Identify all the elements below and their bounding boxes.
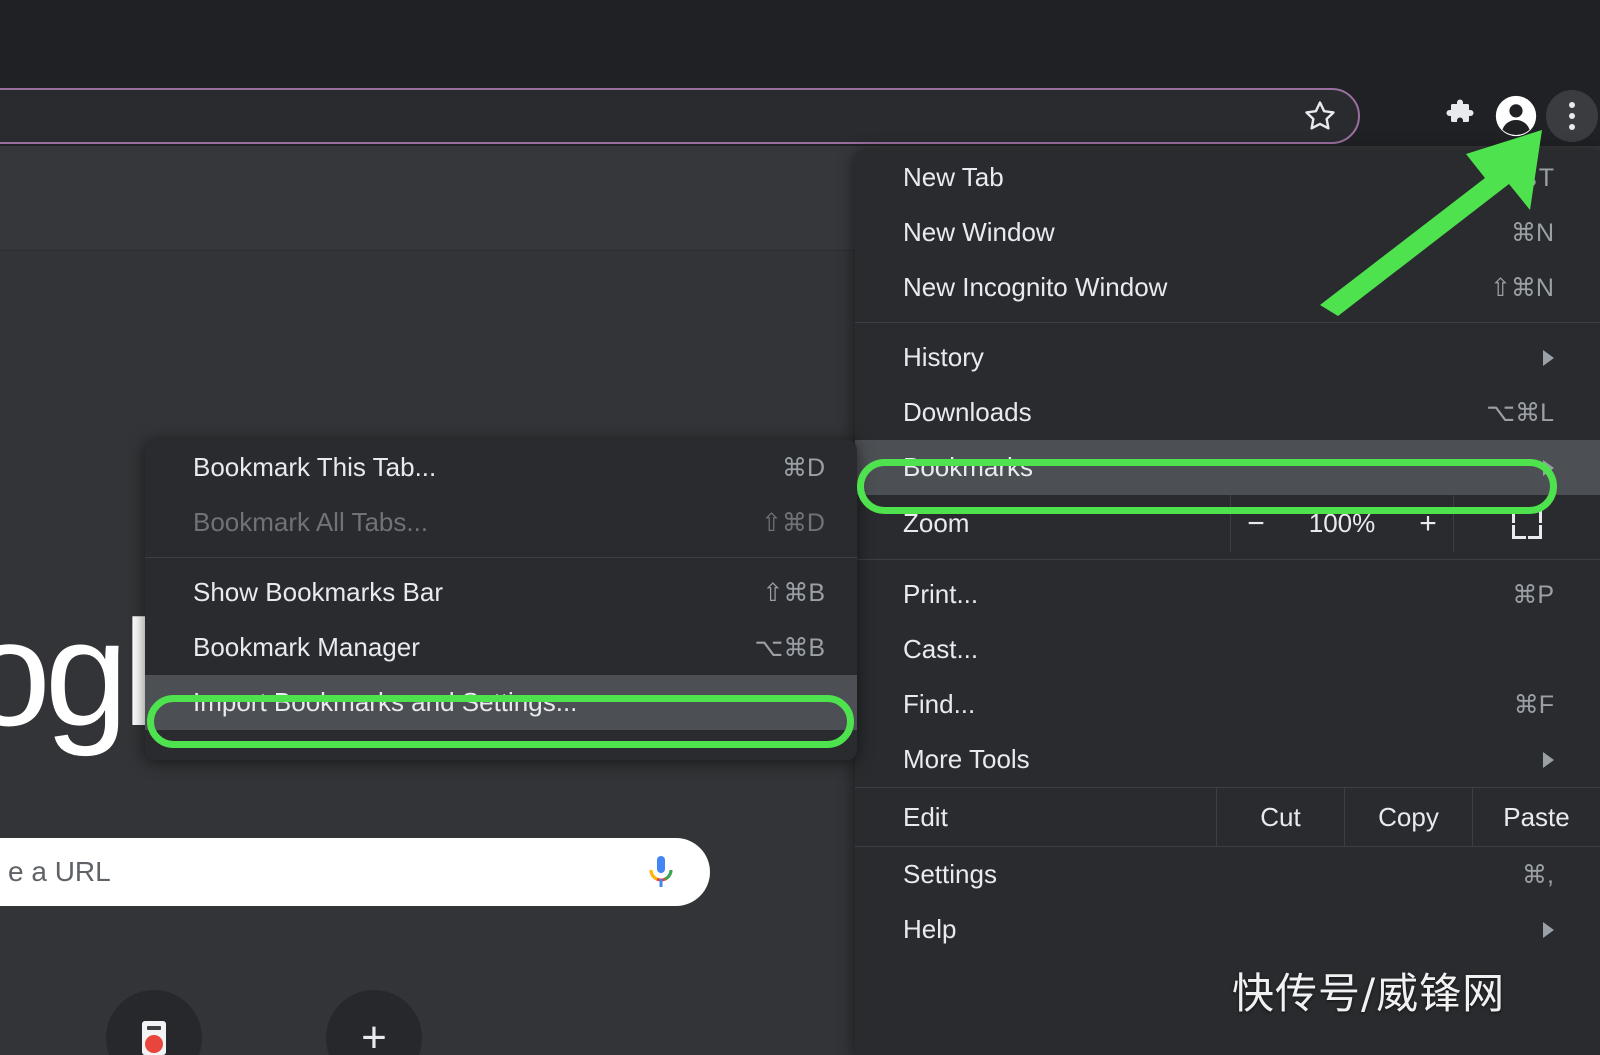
chevron-right-icon — [1543, 459, 1554, 476]
fullscreen-icon — [1512, 508, 1542, 539]
chevron-right-icon — [1543, 349, 1554, 366]
menu-item-history[interactable]: History — [855, 330, 1600, 385]
tab-strip-area — [0, 0, 1600, 88]
submenu-item-bookmark-this-tab[interactable]: Bookmark This Tab... ⌘D — [145, 440, 857, 495]
submenu-item-import-bookmarks-and-settings[interactable]: Import Bookmarks and Settings... — [145, 675, 857, 730]
menu-item-help[interactable]: Help — [855, 902, 1600, 957]
profile-avatar-button[interactable] — [1488, 88, 1544, 144]
menu-item-label: Downloads — [903, 397, 1032, 427]
menu-item-more-tools[interactable]: More Tools — [855, 732, 1600, 787]
menu-divider — [855, 322, 1600, 323]
menu-item-bookmarks[interactable]: Bookmarks — [855, 440, 1600, 495]
submenu-item-shortcut: ⌥⌘B — [754, 633, 825, 662]
menu-divider — [855, 559, 1600, 560]
submenu-item-bookmark-manager[interactable]: Bookmark Manager ⌥⌘B — [145, 620, 857, 675]
menu-item-shortcut: ⌘P — [1512, 580, 1554, 609]
menu-row-zoom: Zoom − 100% + — [855, 495, 1600, 552]
zoom-out-button[interactable]: − — [1243, 507, 1269, 541]
menu-item-label: History — [903, 342, 984, 372]
star-icon — [1305, 101, 1335, 130]
menu-item-cast[interactable]: Cast... — [855, 622, 1600, 677]
zoom-level-value: 100% — [1308, 508, 1376, 538]
fullscreen-button[interactable] — [1454, 495, 1600, 552]
cut-button[interactable]: Cut — [1216, 788, 1344, 846]
address-bar[interactable] — [0, 88, 1360, 144]
submenu-item-label: Bookmark Manager — [193, 632, 420, 662]
three-dot-menu-icon — [1569, 102, 1575, 130]
submenu-item-show-bookmarks-bar[interactable]: Show Bookmarks Bar ⇧⌘B — [145, 565, 857, 620]
menu-item-shortcut: ⌘F — [1513, 690, 1554, 719]
menu-item-label: Help — [903, 914, 957, 944]
menu-item-new-tab[interactable]: New Tab ⌘T — [855, 150, 1600, 205]
watermark-text: 快传号/威锋网 — [1232, 969, 1506, 1018]
menu-item-label: Print... — [903, 579, 979, 609]
bookmarks-submenu: Bookmark This Tab... ⌘D Bookmark All Tab… — [145, 440, 857, 760]
plus-icon: + — [361, 1013, 387, 1055]
menu-item-label: Settings — [903, 859, 997, 889]
browser-window: oogle e a URL + — [0, 0, 1600, 1055]
menu-item-label: Bookmarks — [903, 452, 1034, 482]
toolbar-icon-group — [1432, 88, 1600, 144]
menu-item-label: More Tools — [903, 744, 1030, 774]
menu-item-label: Find... — [903, 689, 976, 719]
submenu-item-bookmark-all-tabs: Bookmark All Tabs... ⇧⌘D — [145, 495, 857, 550]
menu-item-print[interactable]: Print... ⌘P — [855, 567, 1600, 622]
menu-item-label: New Incognito Window — [903, 272, 1168, 302]
menu-row-edit: Edit Cut Copy Paste — [855, 787, 1600, 847]
submenu-item-shortcut: ⇧⌘B — [762, 578, 825, 607]
zoom-controls: − 100% + — [1230, 495, 1454, 552]
menu-item-settings[interactable]: Settings ⌘, — [855, 847, 1600, 902]
zoom-in-button[interactable]: + — [1415, 507, 1441, 541]
copy-button[interactable]: Copy — [1344, 788, 1472, 846]
chrome-main-menu: New Tab ⌘T New Window ⌘N New Incognito W… — [855, 150, 1600, 1055]
submenu-item-label: Show Bookmarks Bar — [193, 577, 443, 607]
menu-item-label: New Window — [903, 217, 1055, 247]
submenu-item-shortcut: ⇧⌘D — [760, 508, 825, 537]
menu-item-downloads[interactable]: Downloads ⌥⌘L — [855, 385, 1600, 440]
bookmark-star-button[interactable] — [1290, 88, 1350, 144]
menu-item-label: Cast... — [903, 634, 979, 664]
chevron-right-icon — [1543, 751, 1554, 768]
submenu-item-shortcut: ⌘D — [781, 453, 825, 482]
menu-item-shortcut: ⇧⌘N — [1489, 273, 1554, 302]
chrome-menu-button[interactable] — [1544, 88, 1600, 144]
zoom-label: Zoom — [903, 508, 970, 538]
menu-item-label: New Tab — [903, 162, 1004, 192]
account-avatar-icon — [1495, 95, 1537, 137]
paste-button[interactable]: Paste — [1472, 788, 1600, 846]
chevron-right-icon — [1543, 921, 1554, 938]
search-box[interactable]: e a URL — [0, 838, 710, 906]
menu-item-new-window[interactable]: New Window ⌘N — [855, 205, 1600, 260]
submenu-divider — [145, 557, 857, 558]
menu-item-shortcut: ⌘T — [1513, 163, 1554, 192]
submenu-item-label: Import Bookmarks and Settings... — [193, 687, 578, 717]
menu-item-shortcut: ⌘N — [1510, 218, 1554, 247]
puzzle-icon — [1446, 99, 1474, 122]
submenu-item-label: Bookmark All Tabs... — [193, 507, 429, 537]
menu-item-shortcut: ⌥⌘L — [1486, 398, 1554, 427]
menu-item-find[interactable]: Find... ⌘F — [855, 677, 1600, 732]
edit-label: Edit — [903, 801, 948, 832]
microphone-icon[interactable] — [648, 855, 674, 889]
menu-item-new-incognito-window[interactable]: New Incognito Window ⇧⌘N — [855, 260, 1600, 315]
search-placeholder: e a URL — [8, 856, 111, 887]
extensions-button[interactable] — [1432, 88, 1488, 144]
submenu-item-label: Bookmark This Tab... — [193, 452, 437, 482]
menu-item-shortcut: ⌘, — [1522, 860, 1554, 889]
